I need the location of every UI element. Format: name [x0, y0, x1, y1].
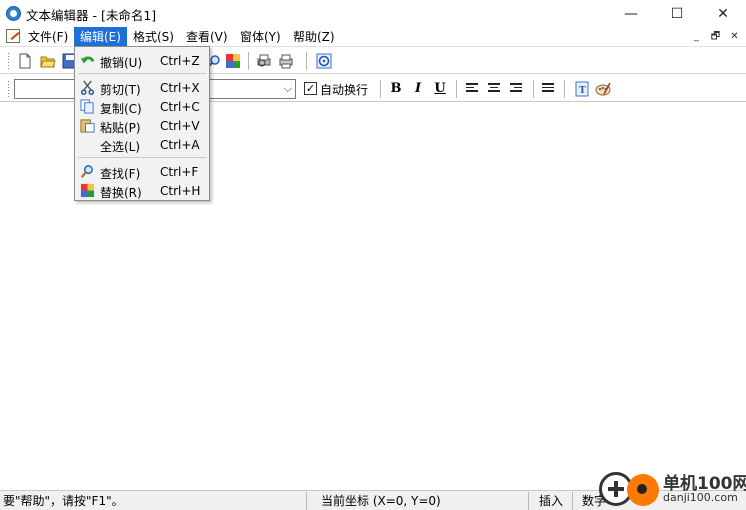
open-folder-icon[interactable] — [40, 53, 56, 69]
copy-icon — [80, 99, 94, 114]
menu-file[interactable]: 文件(F) — [22, 27, 74, 47]
print-preview-icon[interactable] — [256, 53, 272, 69]
toolbar-separator — [533, 80, 534, 98]
help-icon[interactable] — [316, 53, 332, 69]
watermark-logo-icon — [627, 474, 659, 506]
menu-item-undo[interactable]: 撤销(U) Ctrl+Z — [75, 51, 209, 70]
menu-edit[interactable]: 编辑(E) — [74, 27, 127, 47]
mdi-close-button[interactable]: ✕ — [727, 30, 742, 44]
mdi-restore-button[interactable]: 🗗 — [708, 30, 723, 44]
menu-item-find[interactable]: 查找(F) Ctrl+F — [75, 162, 209, 181]
replace-icon — [80, 183, 95, 198]
toolbar-separator — [456, 80, 457, 98]
toolbar-separator — [248, 52, 249, 70]
toolbar-separator — [306, 52, 307, 70]
status-divider — [306, 492, 307, 510]
font-dialog-icon[interactable]: T — [574, 81, 590, 97]
undo-icon — [80, 56, 95, 64]
scissors-icon — [80, 80, 95, 95]
menu-separator — [78, 157, 206, 158]
status-help-text: 要"帮助"，请按"F1"。 — [3, 494, 124, 508]
menu-window[interactable]: 窗体(Y) — [234, 27, 287, 47]
toolbar-grip[interactable] — [7, 52, 10, 70]
bold-button[interactable]: B — [388, 80, 404, 98]
menu-format[interactable]: 格式(S) — [127, 27, 180, 47]
align-center-icon[interactable] — [488, 83, 500, 95]
word-wrap-checkbox[interactable]: ✓ — [304, 82, 317, 95]
status-divider — [572, 492, 573, 510]
title-bar: 文本编辑器 - [未命名1] — ☐ ✕ — [0, 0, 746, 27]
paste-icon — [80, 119, 95, 133]
bullet-list-icon[interactable] — [542, 83, 554, 95]
find-icon — [80, 165, 93, 178]
close-button[interactable]: ✕ — [700, 0, 746, 27]
menu-item-paste[interactable]: 粘贴(P) Ctrl+V — [75, 116, 209, 135]
menu-item-select-all[interactable]: 全选(L) Ctrl+A — [75, 135, 209, 154]
watermark-site-url: danji100.com — [663, 491, 738, 504]
mdi-minimize-button[interactable]: _ — [689, 30, 704, 44]
svg-text:T: T — [579, 86, 586, 96]
menu-item-copy[interactable]: 复制(C) Ctrl+C — [75, 97, 209, 116]
align-right-icon[interactable] — [510, 83, 522, 95]
toolbar-separator — [380, 80, 381, 98]
status-coordinates: 当前坐标 (X=0, Y=0) — [321, 494, 441, 508]
window-title: 文本编辑器 - [未命名1] — [26, 8, 157, 23]
replace-icon[interactable] — [225, 53, 241, 69]
new-file-icon[interactable] — [17, 53, 33, 69]
toolbar-grip[interactable] — [7, 80, 10, 98]
menu-item-replace[interactable]: 替换(R) Ctrl+H — [75, 181, 209, 200]
chevron-down-icon[interactable]: ⌵ — [284, 82, 292, 96]
print-icon[interactable] — [278, 53, 294, 69]
menu-bar: 文件(F) 编辑(E) 格式(S) 查看(V) 窗体(Y) 帮助(Z) _ 🗗 … — [0, 27, 746, 47]
minimize-button[interactable]: — — [608, 0, 654, 27]
edit-menu-dropdown: 撤销(U) Ctrl+Z 剪切(T) Ctrl+X 复制(C) Ctrl+C 粘… — [74, 46, 210, 201]
italic-button[interactable]: I — [410, 80, 426, 98]
color-palette-icon[interactable] — [595, 81, 611, 97]
menu-separator — [78, 73, 206, 74]
status-divider — [528, 492, 529, 510]
app-icon — [6, 6, 21, 21]
document-icon[interactable] — [6, 29, 20, 43]
menu-help[interactable]: 帮助(Z) — [287, 27, 341, 47]
underline-button[interactable]: U — [432, 80, 448, 98]
menu-item-cut[interactable]: 剪切(T) Ctrl+X — [75, 78, 209, 97]
maximize-button[interactable]: ☐ — [654, 0, 700, 27]
status-insert-mode: 插入 — [539, 494, 564, 508]
toolbar-separator — [564, 80, 565, 98]
menu-view[interactable]: 查看(V) — [180, 27, 234, 47]
align-left-icon[interactable] — [466, 83, 478, 95]
word-wrap-label[interactable]: 自动换行 — [320, 81, 368, 98]
